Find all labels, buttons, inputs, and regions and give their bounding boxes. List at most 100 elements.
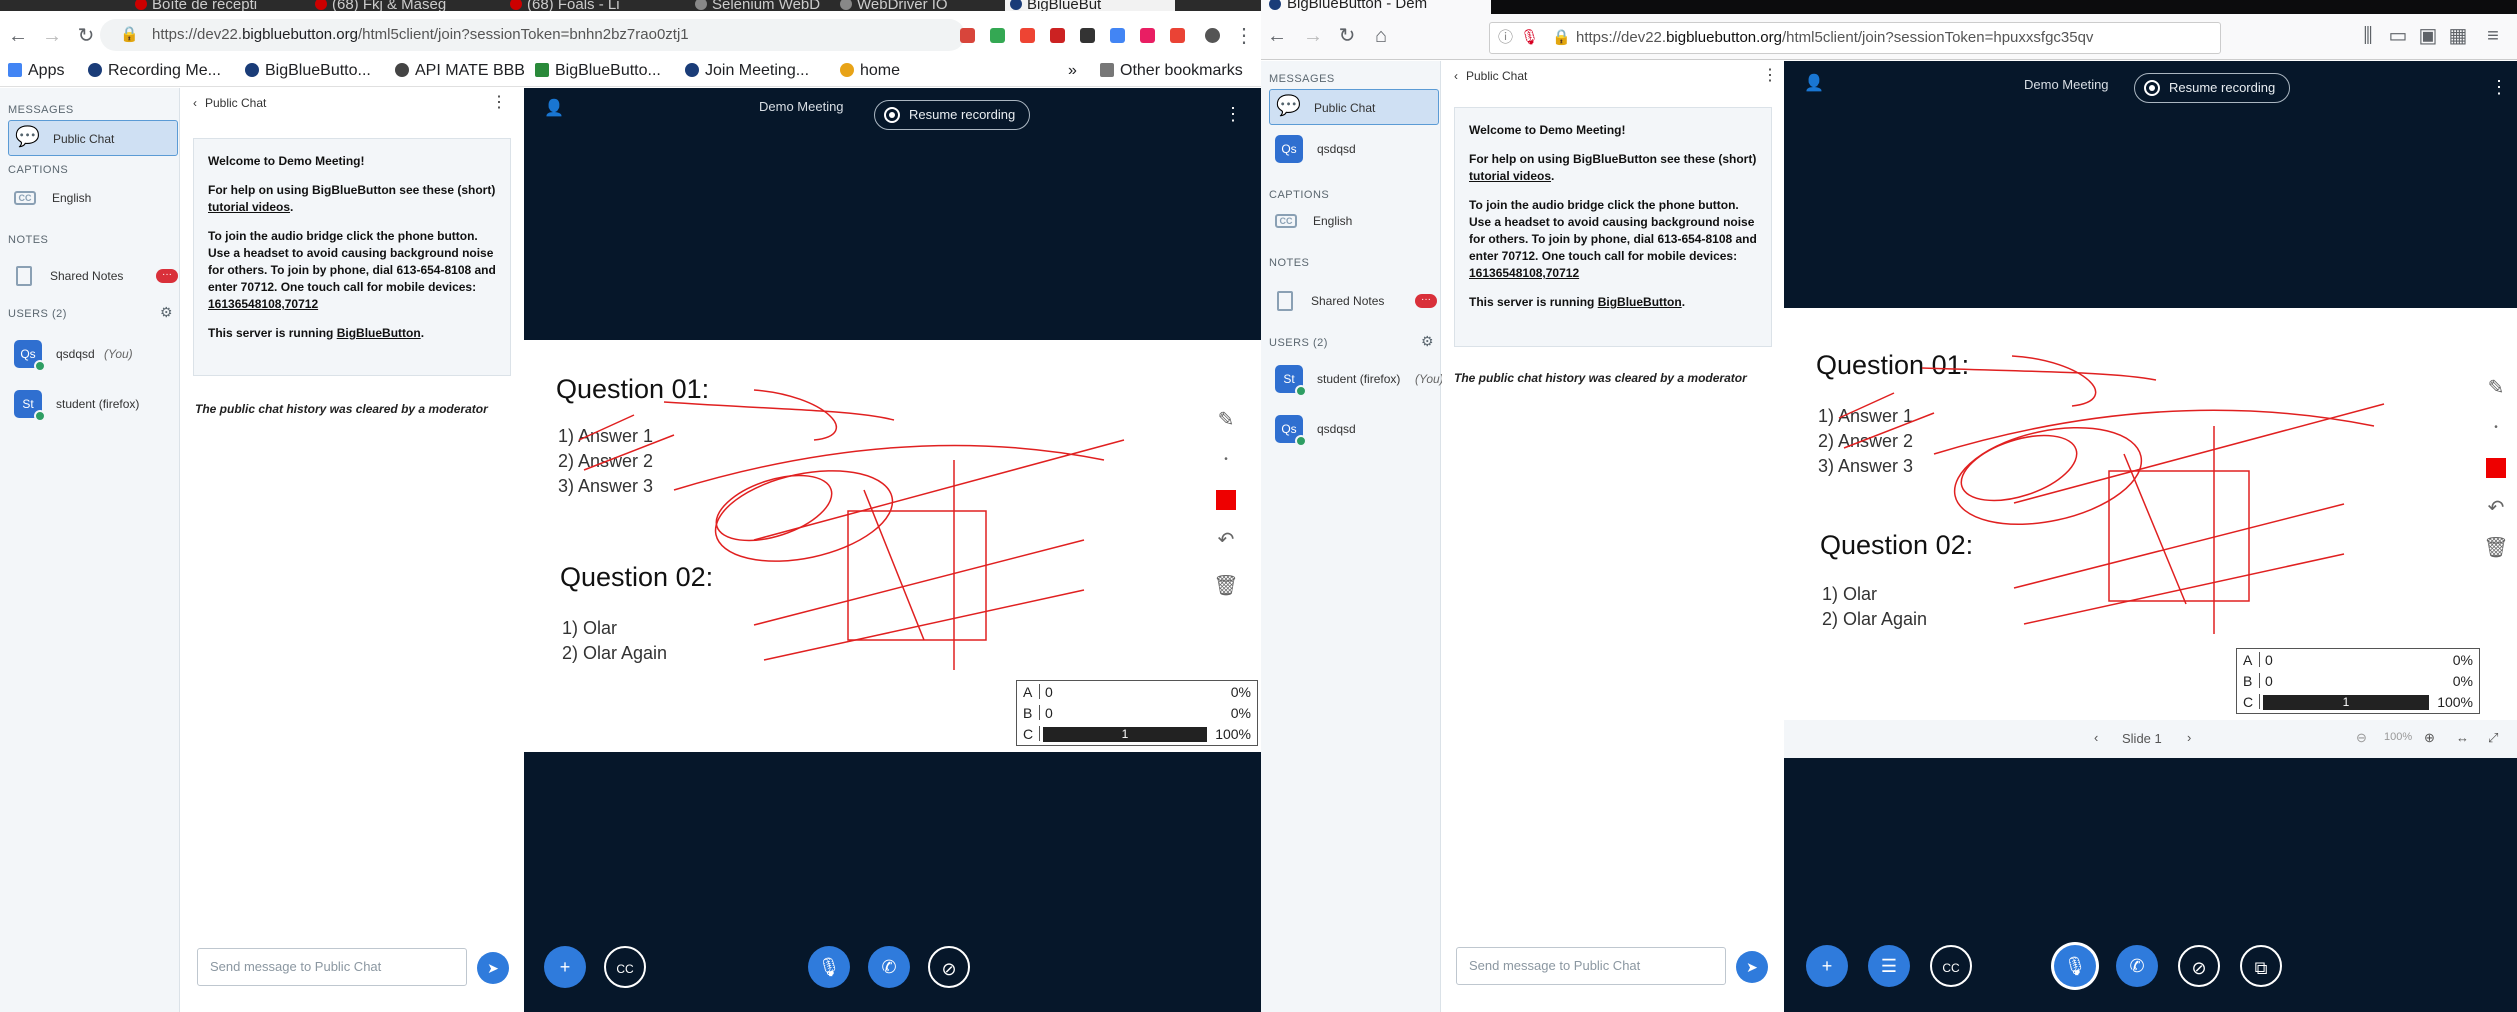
slide[interactable]: Question 01: 1) Answer 1 2) Answer 2 3) … bbox=[1784, 308, 2517, 720]
bbb-link[interactable]: BigBlueButton bbox=[1598, 295, 1682, 309]
browser-tab[interactable]: (68) Fkj & Maseg bbox=[310, 0, 475, 11]
user-item[interactable]: St student (firefox) bbox=[8, 386, 178, 422]
tutorial-link[interactable]: tutorial videos bbox=[208, 200, 290, 214]
resume-recording-button[interactable]: Resume recording bbox=[2134, 73, 2291, 103]
menu-icon[interactable]: ⋮ bbox=[1232, 24, 1256, 48]
gear-icon[interactable]: ⚙ bbox=[160, 304, 173, 321]
color-picker[interactable] bbox=[1212, 486, 1240, 514]
screen-share-icon[interactable]: ⧉ bbox=[2240, 945, 2282, 987]
back-icon[interactable]: ← bbox=[1265, 24, 1289, 48]
options-icon[interactable]: ⋮ bbox=[1224, 104, 1242, 125]
extension-icon[interactable]: ▣ bbox=[2416, 24, 2440, 48]
plus-icon[interactable]: + bbox=[544, 946, 586, 988]
bookmarks-overflow[interactable]: » bbox=[1068, 62, 1077, 80]
trash-icon[interactable]: 🗑 bbox=[2482, 534, 2510, 562]
phone-link[interactable]: 16136548108,70712 bbox=[208, 297, 318, 311]
fullscreen-icon[interactable]: ⤢ bbox=[2488, 730, 2498, 746]
bookmark[interactable]: Join Meeting... bbox=[685, 62, 809, 80]
reload-icon[interactable]: ↻ bbox=[74, 24, 98, 48]
slide[interactable]: Question 01: 1) Answer 1 2) Answer 2 3) … bbox=[524, 340, 1261, 752]
chevron-left-icon-next[interactable]: › bbox=[2187, 730, 2191, 745]
fit-width-icon[interactable]: ↔ bbox=[2456, 730, 2469, 745]
browser-tab-active[interactable]: BigBlueBut bbox=[1005, 0, 1175, 11]
user-icon[interactable]: 👤 bbox=[1804, 73, 1824, 93]
zoom-out-icon[interactable]: ⊖ bbox=[2356, 730, 2367, 746]
color-picker[interactable] bbox=[2482, 454, 2510, 482]
extension-icon[interactable] bbox=[1020, 28, 1035, 43]
closed-captions-icon[interactable]: CC bbox=[604, 946, 646, 988]
chat-input[interactable]: Send message to Public Chat bbox=[1456, 947, 1726, 985]
user-item[interactable]: Qs qsdqsd (You) bbox=[8, 336, 178, 372]
send-icon[interactable]: ➤ bbox=[1736, 951, 1768, 983]
forward-icon[interactable]: → bbox=[1301, 24, 1325, 48]
phone-link[interactable]: 16136548108,70712 bbox=[1469, 266, 1579, 280]
extension-icon[interactable] bbox=[1140, 28, 1155, 43]
bookmark[interactable]: Recording Me... bbox=[88, 62, 221, 80]
closed-captions-icon[interactable]: CC bbox=[1930, 945, 1972, 987]
reload-icon[interactable]: ↻ bbox=[1335, 24, 1359, 48]
phone-icon[interactable]: ✆ bbox=[2116, 945, 2158, 987]
gear-icon[interactable]: ⚙ bbox=[1421, 333, 1434, 350]
user-item[interactable]: St student (firefox) (You) bbox=[1269, 361, 1447, 397]
browser-tab[interactable]: Selenium WebD bbox=[690, 0, 820, 11]
bookmark-apps[interactable]: Apps bbox=[8, 62, 64, 80]
chat-options-icon[interactable]: ⋮ bbox=[491, 92, 507, 112]
options-icon[interactable]: ⋮ bbox=[2490, 77, 2508, 98]
pencil-icon[interactable]: ✎ bbox=[1212, 406, 1240, 434]
download-icon[interactable] bbox=[990, 28, 1005, 43]
plus-icon[interactable]: + bbox=[1806, 945, 1848, 987]
captions-item[interactable]: CC English bbox=[8, 180, 178, 216]
slide-select[interactable]: Slide 1 bbox=[2122, 731, 2162, 746]
menu-icon[interactable]: ≡ bbox=[2481, 24, 2505, 48]
thickness-icon[interactable]: • bbox=[1212, 446, 1240, 474]
address-bar[interactable]: 🔒 https://dev22.bigbluebutton.org/html5c… bbox=[100, 19, 965, 51]
browser-tab[interactable]: WebDriver IO bbox=[835, 0, 995, 11]
camera-off-icon[interactable]: ⊘ bbox=[928, 946, 970, 988]
private-chat-item[interactable]: Qs qsdqsd bbox=[1269, 131, 1439, 167]
undo-icon[interactable]: ↶ bbox=[1212, 526, 1240, 554]
browser-tab[interactable]: Boîte de récepti bbox=[130, 0, 280, 11]
chat-input[interactable]: Send message to Public Chat bbox=[197, 948, 467, 986]
extension-icon[interactable]: ▦ bbox=[2446, 24, 2470, 48]
public-chat-item[interactable]: 💬 Public Chat bbox=[8, 120, 178, 156]
trash-icon[interactable]: 🗑 bbox=[1212, 572, 1240, 600]
profile-icon[interactable] bbox=[1205, 28, 1220, 43]
extension-icon[interactable] bbox=[1080, 28, 1095, 43]
bookmark[interactable]: home bbox=[840, 62, 900, 80]
undo-icon[interactable]: ↶ bbox=[2482, 494, 2510, 522]
bbb-link[interactable]: BigBlueButton bbox=[337, 326, 421, 340]
browser-tab[interactable]: (68) Foals - Li bbox=[505, 0, 625, 11]
pencil-icon[interactable]: ✎ bbox=[2482, 374, 2510, 402]
extension-icon[interactable] bbox=[1170, 28, 1185, 43]
send-icon[interactable]: ➤ bbox=[477, 952, 509, 984]
tutorial-link[interactable]: tutorial videos bbox=[1469, 169, 1551, 183]
zoom-in-icon[interactable]: ⊕ bbox=[2424, 730, 2435, 746]
bookmark-other[interactable]: Other bookmarks bbox=[1100, 62, 1243, 80]
shared-notes-item[interactable]: Shared Notes ··· bbox=[1269, 283, 1439, 319]
resume-recording-button[interactable]: Resume recording bbox=[874, 100, 1031, 130]
chat-header[interactable]: ‹ Public Chat bbox=[1454, 69, 1527, 83]
chat-header[interactable]: ‹ Public Chat bbox=[193, 96, 266, 110]
extension-icon[interactable] bbox=[960, 28, 975, 43]
address-bar[interactable]: ⓘ 🎙 🔒 https://dev22.bigbluebutton.org/ht… bbox=[1489, 22, 2221, 54]
phone-icon[interactable]: ✆ bbox=[868, 946, 910, 988]
camera-off-icon[interactable]: ⊘ bbox=[2178, 945, 2220, 987]
extension-icon[interactable] bbox=[1110, 28, 1125, 43]
thickness-icon[interactable]: • bbox=[2482, 414, 2510, 442]
sidebar-icon[interactable]: ▭ bbox=[2386, 24, 2410, 48]
microphone-icon[interactable]: 🎙 bbox=[2054, 945, 2096, 987]
browser-tab-active[interactable]: BigBlueButton - Dem bbox=[1261, 0, 1491, 14]
library-icon[interactable]: ⫼ bbox=[2356, 24, 2380, 48]
user-item[interactable]: Qs qsdqsd bbox=[1269, 411, 1439, 447]
bookmark[interactable]: API MATE BBB bbox=[395, 62, 525, 80]
captions-item[interactable]: CC English bbox=[1269, 203, 1439, 239]
forward-icon[interactable]: → bbox=[40, 24, 64, 48]
bookmark[interactable]: BigBlueButto... bbox=[245, 62, 371, 80]
user-icon[interactable]: 👤 bbox=[544, 98, 564, 118]
public-chat-item[interactable]: 💬 Public Chat bbox=[1269, 89, 1439, 125]
shared-notes-item[interactable]: Shared Notes ··· bbox=[8, 258, 178, 294]
back-icon[interactable]: ← bbox=[6, 24, 30, 48]
bookmark[interactable]: BigBlueButto... bbox=[535, 62, 661, 80]
poll-icon[interactable]: ☰ bbox=[1868, 945, 1910, 987]
extension-icon[interactable] bbox=[1050, 28, 1065, 43]
